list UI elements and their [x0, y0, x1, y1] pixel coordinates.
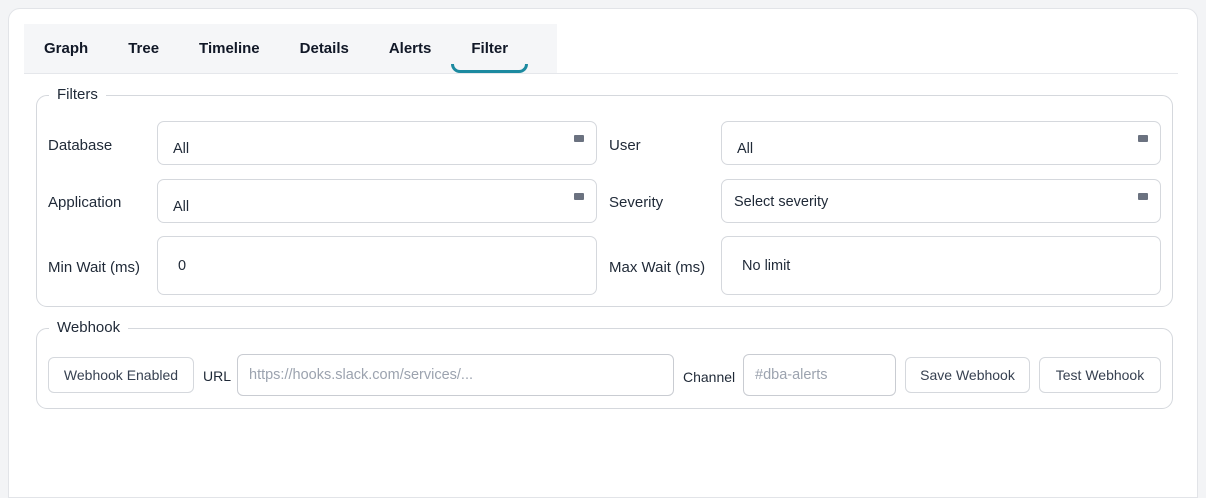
min-wait-label: Min Wait (ms)	[48, 259, 140, 276]
user-label: User	[609, 137, 641, 154]
max-wait-input[interactable]: No limit	[721, 236, 1161, 295]
tab-graph[interactable]: Graph	[32, 24, 108, 73]
min-wait-input[interactable]: 0	[157, 236, 597, 295]
severity-select[interactable]: Select severity	[721, 179, 1161, 223]
dropdown-icon	[574, 193, 584, 200]
url-input[interactable]: https://hooks.slack.com/services/...	[237, 354, 674, 396]
database-value: All	[173, 141, 190, 157]
tab-details[interactable]: Details	[280, 24, 369, 73]
dropdown-icon	[1138, 193, 1148, 200]
tab-divider	[24, 73, 1178, 74]
filters-legend: Filters	[49, 86, 106, 104]
max-wait-value: No limit	[742, 258, 791, 274]
tab-bar: Graph Tree Timeline Details Alerts Filte…	[24, 24, 557, 73]
application-label: Application	[48, 194, 122, 211]
dropdown-icon	[574, 135, 584, 142]
webhook-enabled-button[interactable]: Webhook Enabled	[48, 357, 194, 393]
channel-label: Channel	[683, 369, 736, 385]
filters-group: Filters Database All User All Applicatio…	[36, 86, 1173, 307]
application-select[interactable]: All	[157, 179, 597, 223]
severity-value: Select severity	[734, 194, 829, 210]
webhook-group: Webhook Webhook Enabled URL https://hook…	[36, 319, 1173, 409]
max-wait-label: Max Wait (ms)	[609, 259, 706, 276]
save-webhook-button[interactable]: Save Webhook	[905, 357, 1030, 393]
severity-label: Severity	[609, 194, 664, 211]
user-select[interactable]: All	[721, 121, 1161, 165]
dropdown-icon	[1138, 135, 1148, 142]
tab-timeline[interactable]: Timeline	[179, 24, 280, 73]
filter-panel: Graph Tree Timeline Details Alerts Filte…	[8, 8, 1198, 498]
user-value: All	[737, 141, 754, 157]
test-webhook-button[interactable]: Test Webhook	[1039, 357, 1161, 393]
tab-alerts[interactable]: Alerts	[369, 24, 452, 73]
application-value: All	[173, 199, 190, 215]
database-select[interactable]: All	[157, 121, 597, 165]
url-label: URL	[203, 368, 232, 384]
database-label: Database	[48, 137, 113, 154]
tab-tree[interactable]: Tree	[108, 24, 179, 73]
channel-input[interactable]: #dba-alerts	[743, 354, 896, 396]
min-wait-value: 0	[178, 258, 187, 274]
webhook-legend: Webhook	[49, 319, 129, 337]
tab-filter[interactable]: Filter	[451, 24, 528, 73]
